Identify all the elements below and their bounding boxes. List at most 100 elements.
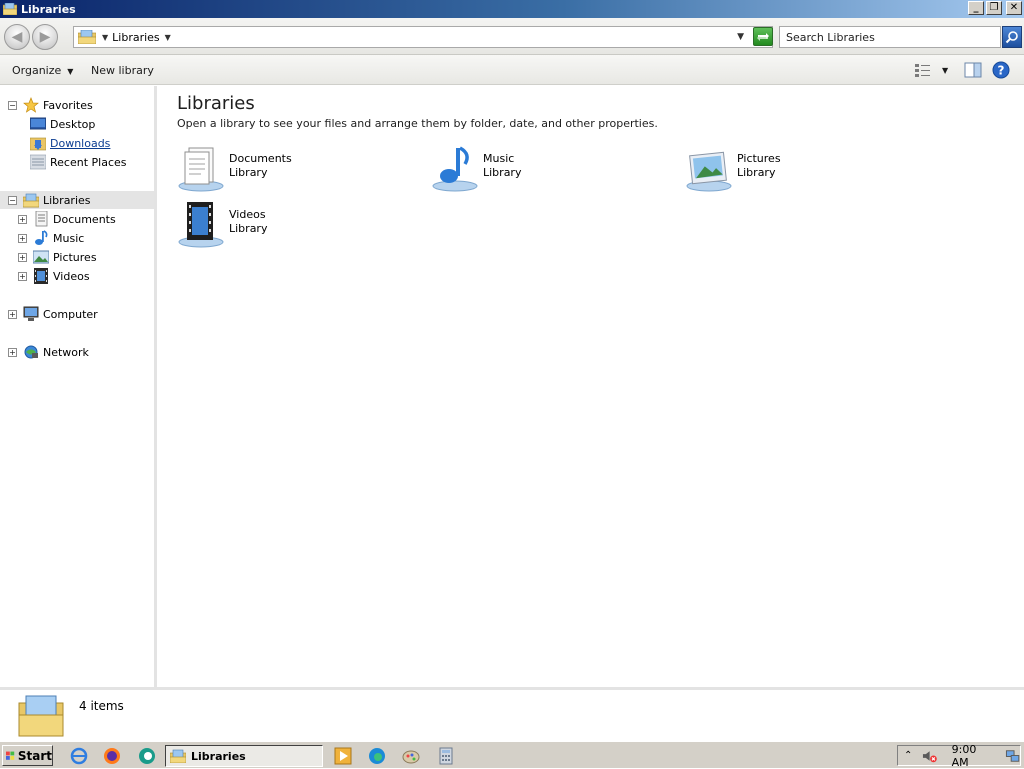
computer-label: Computer [43, 307, 98, 321]
command-bar: Organize ▼ New library ▼ ? [0, 55, 1024, 85]
expand-icon[interactable]: + [18, 252, 27, 262]
address-bar[interactable]: ▼ Libraries ▼ ▼ [73, 26, 773, 48]
tree-item-recent-places[interactable]: Recent Places [30, 153, 127, 171]
videos-library-icon [178, 202, 224, 248]
network-status-icon[interactable] [1005, 749, 1020, 763]
view-options-icon[interactable] [914, 62, 932, 78]
svg-text:?: ? [998, 64, 1005, 78]
back-button[interactable]: ◀ [4, 24, 30, 50]
expand-icon[interactable]: + [18, 214, 27, 224]
calculator-icon[interactable] [437, 747, 455, 765]
taskbar-button-libraries[interactable]: Libraries [165, 745, 323, 767]
expand-icon[interactable]: + [8, 347, 17, 357]
refresh-button[interactable] [753, 27, 773, 46]
preview-pane-icon[interactable] [964, 62, 982, 78]
favorites-label: Favorites [43, 98, 93, 112]
show-hidden-icons-icon[interactable]: ⌃ [904, 750, 912, 761]
search-button[interactable] [1002, 26, 1022, 48]
page-description: Open a library to see your files and arr… [177, 117, 658, 130]
expand-icon[interactable]: + [18, 271, 27, 281]
documents-icon [35, 211, 48, 227]
libraries-icon [3, 3, 17, 15]
pictures-library-icon [686, 151, 732, 192]
library-name: Documents [229, 152, 292, 165]
view-dropdown-icon[interactable]: ▼ [942, 66, 948, 75]
breadcrumb-arrow-icon[interactable]: ▼ [102, 33, 108, 42]
expand-icon[interactable]: + [18, 233, 27, 243]
page-title: Libraries [177, 93, 255, 114]
title-bar[interactable]: Libraries _ ❐ ✕ [0, 0, 1024, 18]
collapse-icon[interactable]: − [8, 195, 17, 205]
item-count: 4 items [79, 699, 124, 713]
recent-places-label: Recent Places [50, 155, 127, 169]
search-input[interactable]: Search Libraries [779, 26, 1001, 48]
internet-explorer-icon[interactable] [70, 747, 88, 765]
library-name: Pictures [737, 152, 781, 165]
firefox-icon[interactable] [103, 747, 121, 765]
libraries-large-icon [18, 695, 64, 737]
documents-label: Documents [53, 212, 116, 226]
library-item-pictures[interactable]: Pictures Library [685, 144, 781, 192]
system-tray: ⌃ 9:00 AM [897, 743, 1021, 769]
library-name: Videos [229, 208, 266, 221]
libraries-icon [23, 193, 39, 208]
library-item-videos[interactable]: Videos Library [177, 200, 267, 248]
window-title: Libraries [21, 2, 76, 16]
tree-item-pictures[interactable]: + Pictures [18, 248, 97, 266]
clock[interactable]: 9:00 AM [952, 743, 995, 769]
collapse-icon[interactable]: − [8, 100, 17, 110]
library-item-documents[interactable]: Documents Library [177, 144, 292, 192]
tree-item-downloads[interactable]: Downloads [30, 134, 110, 152]
windows-flag-icon [6, 751, 15, 760]
music-label: Music [53, 231, 85, 245]
tree-item-libraries[interactable]: − Libraries [0, 191, 154, 209]
forward-button[interactable]: ▶ [32, 24, 58, 50]
documents-library-icon [178, 147, 224, 192]
music-icon [35, 230, 48, 245]
libraries-icon [78, 30, 96, 44]
desktop-icon [30, 117, 46, 130]
tree-item-favorites[interactable]: − Favorites [8, 96, 93, 114]
browser-icon[interactable] [138, 747, 156, 765]
organize-button[interactable]: Organize ▼ [12, 64, 73, 77]
library-name: Music [483, 152, 515, 165]
start-button[interactable]: Start [2, 745, 53, 766]
tree-item-videos[interactable]: + Videos [18, 267, 90, 285]
start-label: Start [17, 748, 52, 763]
pictures-icon [33, 250, 49, 264]
volume-muted-icon[interactable] [922, 749, 938, 763]
content-pane: Libraries Open a library to see your fil… [160, 86, 1024, 687]
organize-label: Organize [12, 64, 62, 77]
libraries-icon [170, 749, 186, 763]
search-icon [1005, 31, 1018, 44]
tree-item-network[interactable]: + Network [8, 343, 89, 361]
help-icon[interactable]: ? [992, 61, 1010, 79]
downloads-label: Downloads [50, 136, 111, 150]
details-pane: 4 items [0, 687, 1024, 739]
edge-icon[interactable] [368, 747, 386, 765]
minimize-button[interactable]: _ [968, 1, 984, 15]
media-player-icon[interactable] [334, 747, 352, 765]
tree-item-desktop[interactable]: Desktop [30, 115, 95, 133]
expand-icon[interactable]: + [8, 309, 17, 319]
tree-item-music[interactable]: + Music [18, 229, 84, 247]
breadcrumb-chevron-icon[interactable]: ▼ [165, 33, 171, 42]
library-item-music[interactable]: Music Library [431, 144, 521, 192]
pictures-label: Pictures [53, 250, 97, 264]
new-library-button[interactable]: New library [91, 64, 154, 77]
tree-item-documents[interactable]: + Documents [18, 210, 116, 228]
tree-item-computer[interactable]: + Computer [8, 305, 98, 323]
star-icon [23, 97, 39, 113]
close-button[interactable]: ✕ [1006, 1, 1022, 15]
maximize-button[interactable]: ❐ [986, 1, 1002, 15]
music-library-icon [432, 146, 478, 192]
network-label: Network [43, 345, 89, 359]
address-dropdown-icon[interactable]: ▼ [737, 32, 744, 42]
back-arrow-icon: ◀ [11, 29, 23, 45]
computer-icon [23, 306, 39, 321]
library-type: Library [229, 222, 268, 235]
breadcrumb-libraries[interactable]: Libraries [112, 31, 160, 44]
refresh-icon [757, 32, 769, 41]
library-type: Library [229, 166, 268, 179]
paint-icon[interactable] [402, 747, 420, 765]
